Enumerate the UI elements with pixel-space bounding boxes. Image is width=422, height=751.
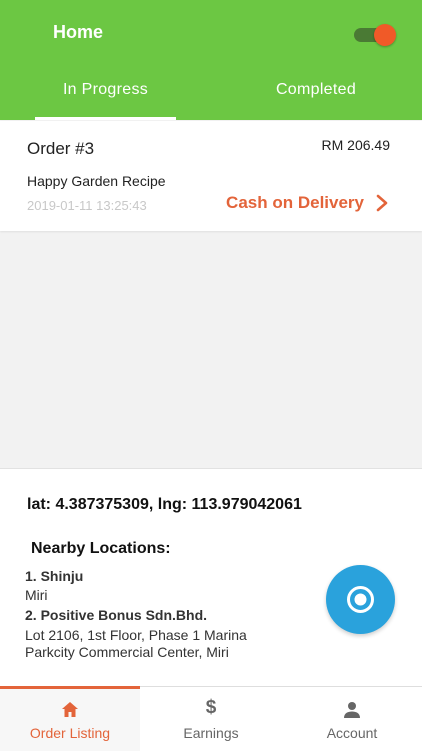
order-number: Order #3 <box>27 139 95 158</box>
nearby-location-name: 2. Positive Bonus Sdn.Bhd. <box>25 607 208 623</box>
nav-account[interactable]: Account <box>282 687 422 751</box>
coordinates-readout: lat: 4.387375309, lng: 113.979042061 <box>27 496 302 513</box>
tab-label: Completed <box>275 81 357 98</box>
person-icon <box>344 702 360 718</box>
nearby-location-address: Lot 2106, 1st Floor, Phase 1 Marina Park… <box>25 627 247 660</box>
order-card[interactable]: Order #3 RM 206.49 Happy Garden Recipe 2… <box>0 121 422 231</box>
toggle-knob <box>374 24 396 46</box>
nearby-location-name: 1. Shinju <box>25 568 84 584</box>
chevron-right-icon <box>376 194 388 212</box>
restaurant-name: Happy Garden Recipe <box>27 173 166 189</box>
tab-label: In Progress <box>62 81 149 98</box>
target-icon <box>347 586 374 613</box>
order-amount: RM 206.49 <box>321 137 390 153</box>
bottom-navigation: Order Listing $ Earnings Account <box>0 686 422 751</box>
payment-method: Cash on Delivery <box>226 193 364 212</box>
dollar-icon: $ <box>205 697 217 718</box>
nav-label: Account <box>326 725 378 741</box>
locate-me-button[interactable] <box>326 565 395 634</box>
order-timestamp: 2019-01-11 13:25:43 <box>27 198 147 213</box>
page-title: Home <box>53 22 104 42</box>
app-header: Home In Progress Completed <box>0 0 422 120</box>
nearby-locations-title: Nearby Locations: <box>31 540 171 557</box>
home-icon <box>62 702 78 717</box>
nav-order-listing[interactable]: Order Listing <box>0 686 140 751</box>
availability-toggle[interactable] <box>354 24 396 46</box>
tab-in-progress[interactable]: In Progress <box>35 80 176 120</box>
active-tab-indicator <box>35 117 176 120</box>
active-nav-indicator <box>0 686 140 689</box>
tab-completed[interactable]: Completed <box>245 80 387 120</box>
nearby-location-address: Miri <box>25 587 48 603</box>
nav-label: Order Listing <box>29 725 111 741</box>
nav-label: Earnings <box>183 725 239 741</box>
nav-earnings[interactable]: $ Earnings <box>141 687 281 751</box>
